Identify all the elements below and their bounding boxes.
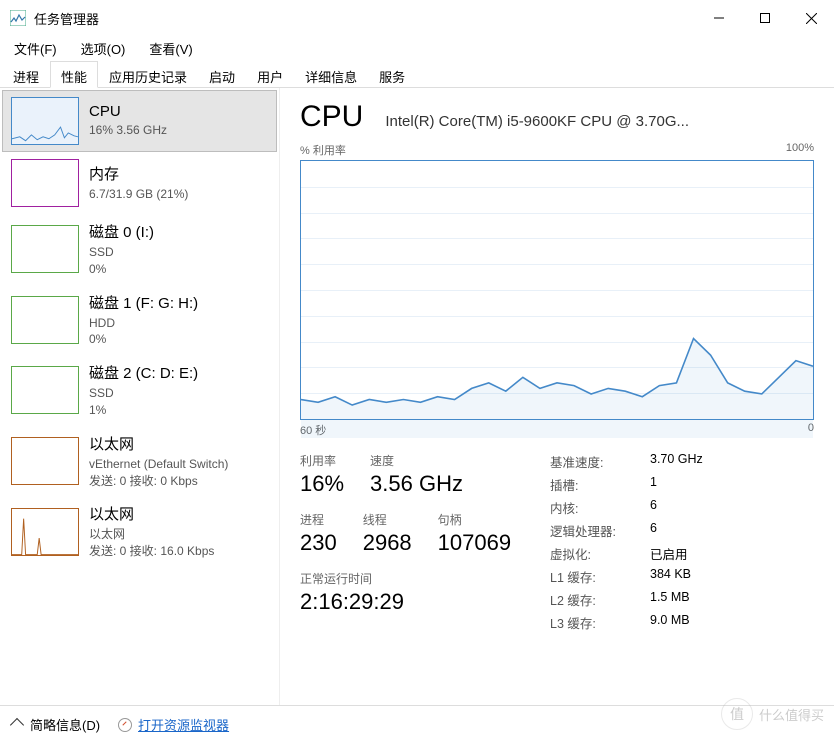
sidebar-thumb [11,296,79,344]
stat-handles: 句柄 107069 [438,511,511,556]
sidebar-item-sub: HDD 0% [89,315,198,349]
sidebar-item[interactable]: 磁盘 0 (I:)SSD 0% [2,214,277,285]
open-resource-monitor-link[interactable]: 打开资源监视器 [118,715,229,734]
maximize-button[interactable] [742,0,788,36]
sidebar-thumb [11,437,79,485]
menu-file[interactable]: 文件(F) [10,37,61,60]
sidebar-item[interactable]: 以太网以太网 发送: 0 接收: 16.0 Kbps [2,496,277,567]
minimize-button[interactable] [696,0,742,36]
close-button[interactable] [788,0,834,36]
main-panel: CPU Intel(R) Core(TM) i5-9600KF CPU @ 3.… [280,88,834,705]
sidebar-thumb [11,225,79,273]
sidebar-thumb [11,366,79,414]
stat-uptime: 正常运行时间 2:16:29:29 [300,570,550,615]
stat-processes: 进程 230 [300,511,337,556]
tab-startup[interactable]: 启动 [198,61,246,88]
tab-details[interactable]: 详细信息 [294,61,368,88]
sidebar-item-name: 以太网 [89,433,228,454]
sidebar-item-name: 磁盘 1 (F: G: H:) [89,292,198,313]
window-controls [696,0,834,36]
tab-performance[interactable]: 性能 [50,61,98,88]
cpu-info-table: 基准速度:3.70 GHz 插槽:1 内核:6 逻辑处理器:6 虚拟化:已启用 … [550,452,814,632]
sidebar-item-name: CPU [89,103,167,120]
tab-users[interactable]: 用户 [246,61,294,88]
sidebar-item-sub: 以太网 发送: 0 接收: 16.0 Kbps [89,526,214,560]
stat-speed: 速度 3.56 GHz [370,452,463,497]
window-title: 任务管理器 [34,9,696,28]
sidebar-thumb [11,508,79,556]
menu-view[interactable]: 查看(V) [145,37,196,60]
sidebar-item-sub: 6.7/31.9 GB (21%) [89,186,188,203]
menu-bar: 文件(F) 选项(O) 查看(V) [0,36,834,60]
footer: 简略信息(D) 打开资源监视器 [0,705,834,743]
tab-bar: 进程 性能 应用历史记录 启动 用户 详细信息 服务 [0,60,834,88]
tab-processes[interactable]: 进程 [2,61,50,88]
tab-services[interactable]: 服务 [368,61,416,88]
sidebar-item-sub: SSD 0% [89,244,154,278]
menu-options[interactable]: 选项(O) [77,37,130,60]
stat-threads: 线程 2968 [363,511,412,556]
chart-y-max: 100% [786,142,814,158]
sidebar-item-sub: vEthernet (Default Switch) 发送: 0 接收: 0 K… [89,456,228,490]
sidebar-item[interactable]: 以太网vEthernet (Default Switch) 发送: 0 接收: … [2,426,277,497]
sidebar-item[interactable]: 磁盘 1 (F: G: H:)HDD 0% [2,285,277,356]
brief-toggle[interactable]: 简略信息(D) [12,715,100,734]
sidebar-item-sub: SSD 1% [89,385,198,419]
resmon-icon [118,718,132,732]
performance-sidebar[interactable]: CPU 16% 3.56 GHz 内存 6.7/31.9 GB (21%) 磁盘 0 (… [0,88,280,705]
sidebar-thumb [11,159,79,207]
sidebar-item-name: 内存 [89,163,188,184]
sidebar-item-name: 磁盘 2 (C: D: E:) [89,362,198,383]
title-bar: 任务管理器 [0,0,834,36]
stat-utilization: 利用率 16% [300,452,344,497]
sidebar-thumb [11,97,79,145]
sidebar-item[interactable]: CPU 16% 3.56 GHz [2,90,277,152]
sidebar-item-name: 以太网 [89,503,214,524]
sidebar-item[interactable]: 内存 6.7/31.9 GB (21%) [2,152,277,214]
sidebar-item-sub: 16% 3.56 GHz [89,122,167,139]
cpu-chart[interactable] [300,160,814,420]
sidebar-item-name: 磁盘 0 (I:) [89,221,154,242]
app-icon [10,10,26,26]
cpu-name: Intel(R) Core(TM) i5-9600KF CPU @ 3.70G.… [385,113,689,130]
page-title: CPU [300,100,363,134]
chevron-up-icon [10,718,24,732]
chart-y-title: % 利用率 [300,142,346,158]
sidebar-item[interactable]: 磁盘 2 (C: D: E:)SSD 1% [2,355,277,426]
tab-app-history[interactable]: 应用历史记录 [98,61,198,88]
